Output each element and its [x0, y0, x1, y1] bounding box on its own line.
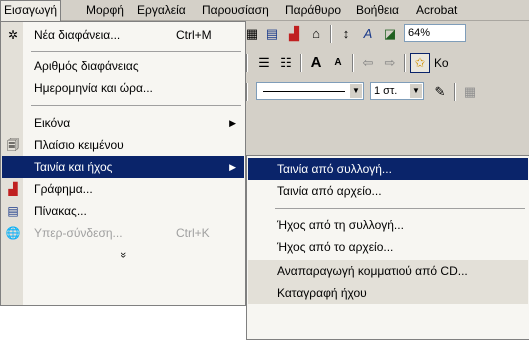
menu-item-table[interactable]: ▤ Πίνακας... — [2, 200, 244, 222]
menu-item-label: Καταγραφή ήχου — [277, 286, 367, 300]
insert-table-button[interactable]: ▤ — [262, 24, 282, 44]
submenu-item-record-sound[interactable]: Καταγραφή ήχου — [248, 282, 528, 304]
line-color-icon[interactable]: ✎ — [430, 82, 450, 102]
chevron-down-icon: ▼ — [410, 84, 422, 98]
expand-icon[interactable]: ↕ — [336, 24, 356, 44]
toolbar-separator — [300, 54, 302, 72]
submenu-arrow-icon: ▶ — [229, 118, 236, 128]
numbering-icon[interactable]: ☰ — [254, 53, 274, 73]
menu-item-date-time[interactable]: Ημερομηνία και ώρα... — [2, 77, 244, 99]
menu-separator — [31, 51, 241, 52]
expand-menu-icon[interactable]: » — [114, 248, 132, 262]
menu-tools[interactable]: Εργαλεία — [134, 0, 189, 20]
menu-item-chart[interactable]: ▟ Γράφημα... — [2, 178, 244, 200]
menu-slideshow[interactable]: Παρουσίαση — [199, 0, 272, 20]
line-spacing-value: 1 στ. — [374, 85, 398, 97]
menu-item-label: Πίνακας... — [34, 204, 87, 218]
menu-item-label: Ήχος από τη συλλογή... — [277, 218, 404, 232]
grid-icon[interactable]: ▦ — [460, 82, 480, 102]
text-box-icon: 🗐 — [7, 138, 19, 152]
menu-item-label: Υπερ-σύνδεση... — [34, 226, 123, 240]
font-color-icon[interactable]: A — [358, 24, 378, 44]
drawing-toolbar: ▼ 1 στ. ▼ ✎ ▦ — [234, 79, 529, 105]
menu-item-label: Ημερομηνία και ώρα... — [34, 81, 153, 95]
toolbar-separator — [454, 83, 456, 101]
menu-help[interactable]: Βοήθεια — [353, 0, 402, 20]
menu-separator — [31, 105, 241, 106]
toolbar-separator — [330, 25, 332, 43]
menu-item-label: Ταινία και ήχος — [34, 160, 113, 174]
insert-menu: ✲ Νέα διαφάνεια... Ctrl+M Αριθμός διαφάν… — [0, 21, 246, 306]
menu-separator — [275, 208, 525, 209]
new-slide-icon-button[interactable]: ⌂ — [306, 24, 326, 44]
standard-toolbar: ▦ ▤ ▟ ⌂ ↕ A ◪ 64% — [234, 21, 529, 47]
submenu-item-movie-file[interactable]: Ταινία από αρχείο... — [248, 180, 528, 202]
new-slide-icon: ✲ — [7, 28, 19, 42]
increase-font-icon[interactable]: A — [306, 53, 326, 73]
font-name-partial: Κο — [434, 56, 449, 70]
menu-item-shortcut: Ctrl+M — [176, 28, 212, 42]
toolbar-separator — [246, 83, 248, 101]
menu-bar: Εισαγωγή Μορφή Εργαλεία Παρουσίαση Παράθ… — [0, 0, 529, 21]
line-spacing-combo[interactable]: 1 στ. ▼ — [370, 82, 424, 100]
formatting-toolbar: ☰ ☷ A A ⇦ ⇨ ✩ Κο — [234, 50, 529, 76]
toolbar-separator — [246, 54, 248, 72]
menu-item-label: Αναπαραγωγή κομματιού από CD... — [277, 264, 468, 278]
line-style-combo[interactable]: ▼ — [256, 82, 364, 100]
menu-item-shortcut: Ctrl+K — [176, 226, 210, 240]
table-icon: ▤ — [7, 204, 19, 218]
menu-item-label: Ταινία από συλλογή... — [277, 162, 392, 176]
menu-item-picture[interactable]: Εικόνα ▶ — [2, 112, 244, 134]
menu-item-label: Εικόνα — [34, 116, 71, 130]
menu-item-slide-number[interactable]: Αριθμός διαφάνειας — [2, 55, 244, 77]
menu-item-text-box[interactable]: 🗐 Πλαίσιο κειμένου — [2, 134, 244, 156]
submenu-item-sound-gallery[interactable]: Ήχος από τη συλλογή... — [248, 214, 528, 236]
decrease-font-icon[interactable]: A — [328, 53, 348, 73]
toolbar-separator — [404, 54, 406, 72]
bullets-icon[interactable]: ☷ — [276, 53, 296, 73]
chevron-down-icon: ▼ — [350, 84, 362, 98]
menu-insert[interactable]: Εισαγωγή — [0, 0, 62, 21]
menu-item-label: Γράφημα... — [34, 182, 93, 196]
animation-effects-icon[interactable]: ✩ — [410, 53, 430, 73]
submenu-arrow-icon: ▶ — [229, 162, 236, 172]
hyperlink-icon: 🌐 — [5, 226, 21, 240]
demote-icon[interactable]: ⇨ — [380, 53, 400, 73]
chart-icon: ▟ — [8, 182, 18, 196]
menu-item-new-slide[interactable]: ✲ Νέα διαφάνεια... Ctrl+M — [2, 24, 244, 46]
menu-item-label: Νέα διαφάνεια... — [34, 28, 121, 42]
submenu-item-sound-file[interactable]: Ήχος από το αρχείο... — [248, 236, 528, 258]
line-style-preview — [263, 91, 345, 92]
menu-item-label: Πλαίσιο κειμένου — [34, 138, 124, 152]
menu-format[interactable]: Μορφή — [83, 0, 127, 20]
menu-item-label: Ήχος από το αρχείο... — [277, 240, 394, 254]
menu-item-movies-sounds[interactable]: Ταινία και ήχος ▶ — [2, 156, 244, 178]
promote-icon[interactable]: ⇦ — [358, 53, 378, 73]
menu-window[interactable]: Παράθυρο — [282, 0, 344, 20]
toolbar-separator — [352, 54, 354, 72]
grayscale-icon[interactable]: ◪ — [380, 24, 400, 44]
menu-item-hyperlink: 🌐 Υπερ-σύνδεση... Ctrl+K — [2, 222, 244, 244]
zoom-value: 64% — [408, 27, 431, 39]
movies-sounds-submenu: Ταινία από συλλογή... Ταινία από αρχείο.… — [246, 155, 529, 340]
chart-icon[interactable]: ▟ — [284, 24, 304, 44]
menu-item-label: Ταινία από αρχείο... — [277, 184, 382, 198]
menu-acrobat[interactable]: Acrobat — [413, 0, 460, 20]
zoom-combo[interactable]: 64% — [404, 24, 466, 42]
menu-item-label: Αριθμός διαφάνειας — [34, 59, 139, 73]
submenu-item-play-cd-track[interactable]: Αναπαραγωγή κομματιού από CD... — [248, 260, 528, 282]
submenu-item-movie-gallery[interactable]: Ταινία από συλλογή... — [248, 158, 528, 180]
